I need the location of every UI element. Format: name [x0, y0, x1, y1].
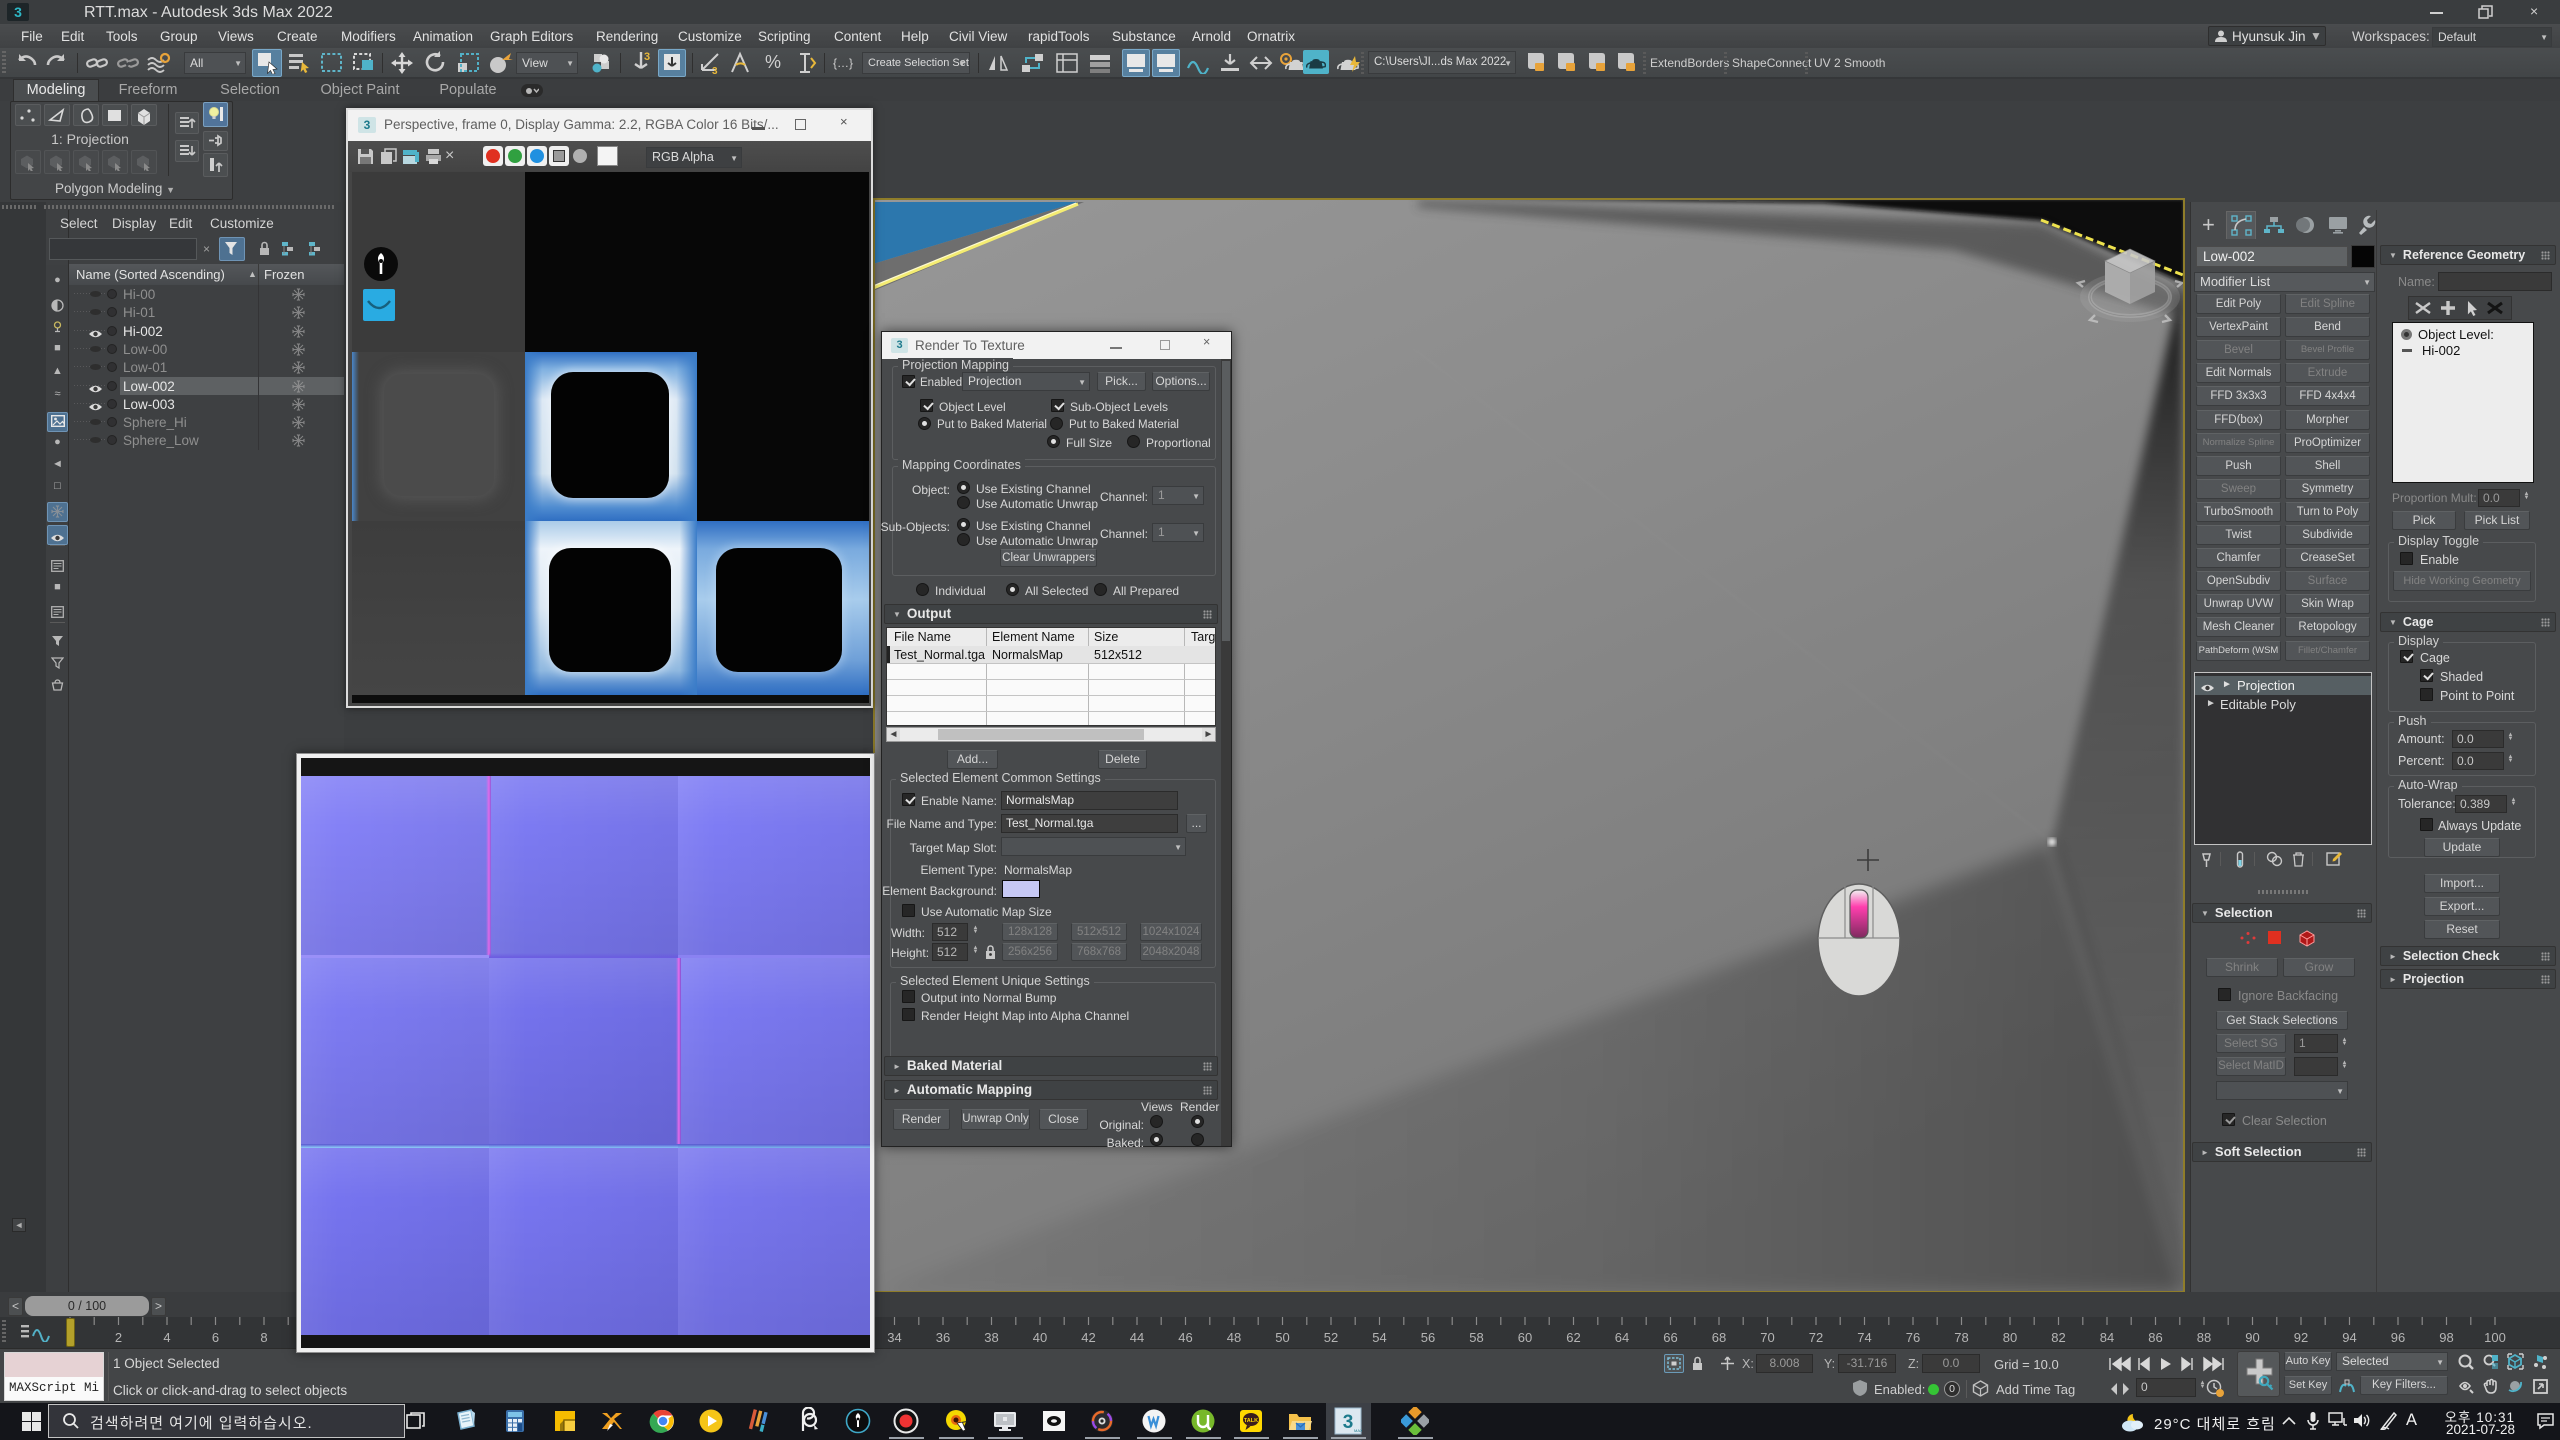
svg-text:82: 82 [2051, 1330, 2065, 1345]
svg-text:68: 68 [1712, 1330, 1726, 1345]
svg-text:88: 88 [2197, 1330, 2211, 1345]
svg-text:60: 60 [1518, 1330, 1532, 1345]
svg-text:46: 46 [1178, 1330, 1192, 1345]
svg-text:76: 76 [1906, 1330, 1920, 1345]
svg-text:62: 62 [1566, 1330, 1580, 1345]
svg-text:2: 2 [115, 1330, 122, 1345]
svg-text:84: 84 [2100, 1330, 2114, 1345]
svg-text:36: 36 [936, 1330, 950, 1345]
svg-text:6: 6 [212, 1330, 219, 1345]
svg-text:58: 58 [1469, 1330, 1483, 1345]
svg-text:80: 80 [2003, 1330, 2017, 1345]
svg-text:50: 50 [1275, 1330, 1289, 1345]
svg-text:3: 3 [712, 66, 718, 76]
svg-text:40: 40 [1033, 1330, 1047, 1345]
svg-text:92: 92 [2294, 1330, 2308, 1345]
svg-text:38: 38 [984, 1330, 998, 1345]
svg-text:70: 70 [1760, 1330, 1774, 1345]
svg-text:94: 94 [2342, 1330, 2356, 1345]
svg-text:MAX: MAX [1354, 1428, 1362, 1433]
svg-text:4: 4 [163, 1330, 170, 1345]
svg-text:64: 64 [1615, 1330, 1629, 1345]
svg-text:TALK: TALK [1244, 1418, 1258, 1424]
svg-text:90: 90 [2245, 1330, 2259, 1345]
svg-text:52: 52 [1324, 1330, 1338, 1345]
svg-text:98: 98 [2439, 1330, 2453, 1345]
svg-text:56: 56 [1421, 1330, 1435, 1345]
svg-text:8: 8 [260, 1330, 267, 1345]
svg-text:54: 54 [1372, 1330, 1386, 1345]
svg-text:74: 74 [1857, 1330, 1871, 1345]
svg-text:100: 100 [2484, 1330, 2506, 1345]
svg-text:48: 48 [1227, 1330, 1241, 1345]
svg-text:42: 42 [1081, 1330, 1095, 1345]
svg-text:44: 44 [1130, 1330, 1144, 1345]
svg-text:3: 3 [1343, 1412, 1354, 1433]
svg-text:96: 96 [2391, 1330, 2405, 1345]
svg-text:66: 66 [1663, 1330, 1677, 1345]
svg-text:34: 34 [887, 1330, 901, 1345]
svg-text:72: 72 [1809, 1330, 1823, 1345]
svg-text:78: 78 [1954, 1330, 1968, 1345]
svg-text:3: 3 [644, 51, 650, 63]
svg-text:86: 86 [2148, 1330, 2162, 1345]
